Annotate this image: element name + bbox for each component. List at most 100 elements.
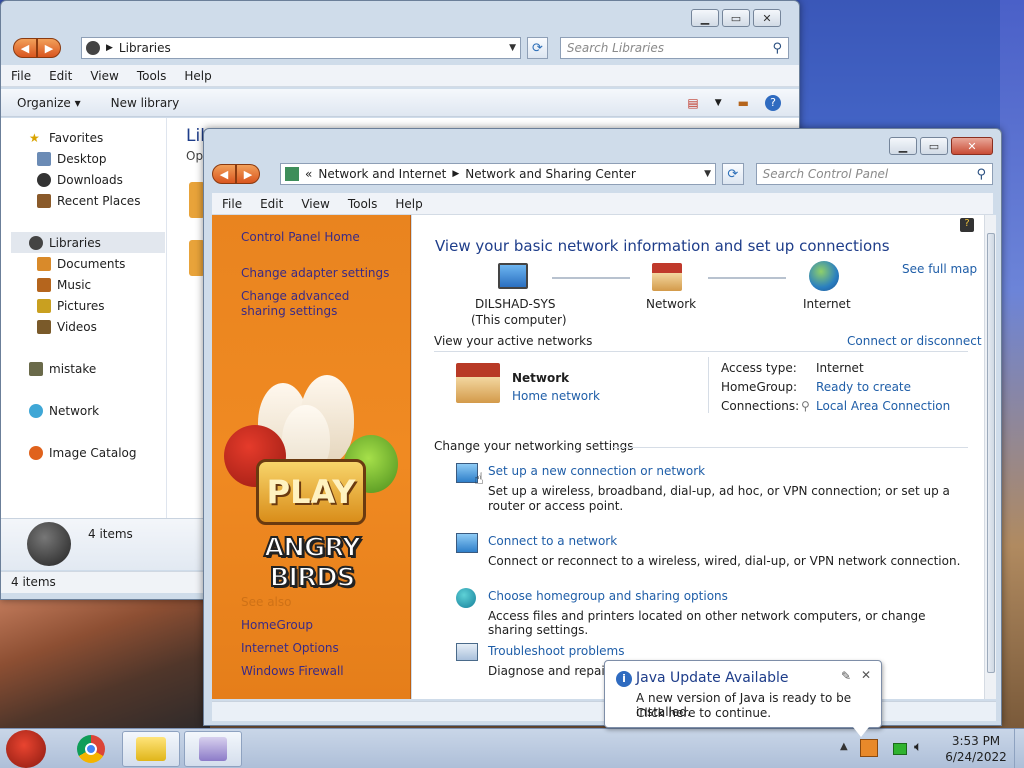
maximize-button[interactable]: ▭ xyxy=(920,137,948,155)
preview-pane-icon[interactable]: ▬ xyxy=(738,96,749,110)
connect-disconnect-link[interactable]: Connect or disconnect xyxy=(847,334,982,348)
internet-options-link[interactable]: Internet Options xyxy=(241,641,339,656)
back-button[interactable]: ◀ xyxy=(13,38,37,58)
address-bar[interactable]: « Network and Internet ▶ Network and Sha… xyxy=(280,163,716,185)
computer-subtitle: (This computer) xyxy=(471,313,567,327)
search-icon[interactable]: ⚲ xyxy=(976,167,986,182)
nav-network[interactable]: Network xyxy=(29,401,99,421)
start-button[interactable] xyxy=(6,730,46,768)
minimize-button[interactable]: ▁ xyxy=(889,137,917,155)
nav-libraries[interactable]: Libraries xyxy=(29,233,101,253)
play-button-graphic[interactable]: PLAY xyxy=(256,459,366,525)
downloads-icon xyxy=(37,173,51,187)
nav-image-catalog[interactable]: Image Catalog xyxy=(29,443,136,463)
address-bar[interactable]: ▶ Libraries ▼ xyxy=(81,37,521,59)
nav-label: Desktop xyxy=(57,152,107,166)
ready-to-create-link[interactable]: Ready to create xyxy=(816,380,911,394)
menu-view[interactable]: View xyxy=(301,197,329,211)
scrollbar-thumb[interactable] xyxy=(987,233,995,673)
java-update-notification[interactable]: i Java Update Available ✎ ✕ A new versio… xyxy=(604,660,882,737)
notification-options-icon[interactable]: ✎ xyxy=(841,669,851,683)
forward-button[interactable]: ▶ xyxy=(236,164,260,184)
see-full-map-link[interactable]: See full map xyxy=(902,262,977,276)
menu-help[interactable]: Help xyxy=(184,69,211,83)
nav-music[interactable]: Music xyxy=(37,275,91,295)
videos-icon xyxy=(37,320,51,334)
vertical-scrollbar[interactable] xyxy=(984,215,996,699)
details-item-count: 4 items xyxy=(88,527,133,541)
control-panel-home-link[interactable]: Control Panel Home xyxy=(241,230,360,245)
home-network-link[interactable]: Home network xyxy=(512,389,600,403)
volume-tray-icon[interactable]: 🔈︎ xyxy=(914,739,922,755)
nav-documents[interactable]: Documents xyxy=(37,254,125,274)
breadcrumb-overflow[interactable]: « xyxy=(305,167,312,181)
breadcrumb-network-internet[interactable]: Network and Internet xyxy=(318,167,446,181)
forward-button[interactable]: ▶ xyxy=(37,38,61,58)
refresh-button[interactable]: ⟳ xyxy=(527,37,548,59)
chrome-taskbar-button[interactable] xyxy=(62,731,120,767)
command-bar: Organize ▾ New library ▤ ▼ ▬ ? xyxy=(1,89,799,117)
nav-favorites[interactable]: ★ Favorites xyxy=(29,128,103,148)
nav-mistake[interactable]: mistake xyxy=(29,359,96,379)
nav-recent-places[interactable]: Recent Places xyxy=(37,191,140,211)
java-update-tray-icon[interactable] xyxy=(860,739,878,757)
back-forward: ◀ ▶ xyxy=(212,164,260,184)
task-title[interactable]: Connect to a network xyxy=(488,534,617,548)
organize-button[interactable]: Organize ▾ xyxy=(17,96,81,110)
maximize-button[interactable]: ▭ xyxy=(722,9,750,27)
desktop-icon xyxy=(37,152,51,166)
menu-tools[interactable]: Tools xyxy=(348,197,378,211)
nav-pictures[interactable]: Pictures xyxy=(37,296,105,316)
nav-label: Documents xyxy=(57,257,126,271)
chevron-down-icon[interactable]: ▼ xyxy=(704,169,711,179)
new-library-button[interactable]: New library xyxy=(111,96,180,110)
local-area-connection-link[interactable]: Local Area Connection xyxy=(816,399,950,413)
connect-network-icon xyxy=(456,533,478,553)
notification-close-button[interactable]: ✕ xyxy=(861,668,871,682)
network-tray-icon[interactable] xyxy=(893,743,907,755)
desktop-wallpaper-rocks xyxy=(0,590,210,728)
control-panel-taskbar-button[interactable] xyxy=(184,731,242,767)
help-icon[interactable]: ? xyxy=(960,218,974,232)
menu-view[interactable]: View xyxy=(90,69,118,83)
nav-label: Favorites xyxy=(49,131,104,145)
search-icon[interactable]: ⚲ xyxy=(772,41,782,56)
homegroup-link[interactable]: HomeGroup xyxy=(241,618,313,633)
menu-file[interactable]: File xyxy=(222,197,242,211)
explorer-taskbar-button[interactable] xyxy=(122,731,180,767)
libraries-large-icon xyxy=(27,522,71,566)
task-title[interactable]: Set up a new connection or network xyxy=(488,464,705,478)
menu-help[interactable]: Help xyxy=(395,197,422,211)
menu-edit[interactable]: Edit xyxy=(49,69,72,83)
user-folder-icon xyxy=(29,362,43,376)
refresh-button[interactable]: ⟳ xyxy=(722,163,744,185)
breadcrumb-network-sharing-center[interactable]: Network and Sharing Center xyxy=(465,167,636,181)
close-button[interactable]: ✕ xyxy=(951,137,993,155)
ethernet-icon: ⚲ xyxy=(801,399,810,413)
menu-file[interactable]: File xyxy=(11,69,31,83)
nav-desktop[interactable]: Desktop xyxy=(37,149,107,169)
clock[interactable]: 3:53 PM 6/24/2022 xyxy=(940,733,1012,765)
help-icon[interactable]: ? xyxy=(765,94,781,111)
show-hidden-icons-button[interactable]: ▲ xyxy=(840,741,848,752)
menu-edit[interactable]: Edit xyxy=(260,197,283,211)
minimize-button[interactable]: ▁ xyxy=(691,9,719,27)
angry-birds-ad[interactable]: PLAY ANGRY BIRDS xyxy=(220,375,404,594)
task-description: Access files and printers located on oth… xyxy=(488,609,926,637)
task-title[interactable]: Choose homegroup and sharing options xyxy=(488,589,728,603)
task-title[interactable]: Troubleshoot problems xyxy=(488,644,624,658)
nav-downloads[interactable]: Downloads xyxy=(37,170,123,190)
change-advanced-sharing-link[interactable]: Change advanced sharing settings xyxy=(241,289,391,319)
search-libraries-input[interactable]: Search Libraries ⚲ xyxy=(559,37,789,59)
show-desktop-button[interactable] xyxy=(1014,729,1024,768)
chevron-down-icon[interactable]: ▼ xyxy=(509,43,516,53)
close-button[interactable]: ✕ xyxy=(753,9,781,27)
nav-videos[interactable]: Videos xyxy=(37,317,97,337)
view-options-icon[interactable]: ▤ xyxy=(687,96,698,110)
menu-tools[interactable]: Tools xyxy=(137,69,167,83)
back-button[interactable]: ◀ xyxy=(212,164,236,184)
search-control-panel-input[interactable]: Search Control Panel ⚲ xyxy=(755,163,993,185)
change-adapter-settings-link[interactable]: Change adapter settings xyxy=(241,266,389,281)
windows-firewall-link[interactable]: Windows Firewall xyxy=(241,664,344,679)
chevron-down-icon[interactable]: ▼ xyxy=(715,98,722,108)
